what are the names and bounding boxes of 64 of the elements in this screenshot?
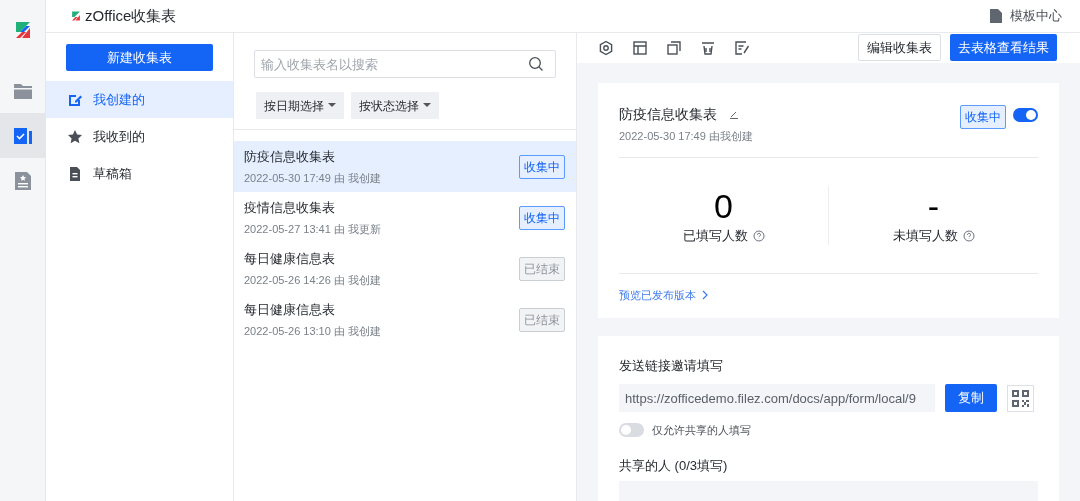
app-logo [71,10,81,22]
form-list-item[interactable]: 每日健康信息表 2022-05-26 13:10 由 我创建 已结束 [234,294,576,345]
checklist-icon [12,126,33,145]
sidebar-item[interactable]: 我收到的 [46,118,233,155]
status-badge: 已结束 [519,307,565,332]
form-title: 每日健康信息表 [244,301,336,319]
form-meta: 2022-05-26 13:10 由 我创建 [244,323,381,339]
form-list-item[interactable]: 每日健康信息表 2022-05-26 14:26 由 我创建 已结束 [234,243,576,294]
form-meta: 2022-05-27 13:41 由 我更新 [244,221,381,237]
form-title: 每日健康信息表 [244,250,336,268]
stat-value: - [927,185,940,226]
filter-dropdown[interactable]: 按日期选择 [256,92,344,119]
toggle-label: 仅允许共享的人填写 [652,423,751,438]
help-icon [752,229,765,242]
document-icon [67,165,83,182]
form-title: 防疫信息收集表 [619,104,717,124]
form-meta: 2022-05-30 17:49 由 我创建 [244,170,381,186]
form-meta: 2022-05-26 14:26 由 我创建 [244,272,381,288]
section-heading: 共享的人 (0/3填写) [619,456,729,475]
status-badge: 收集中 [960,104,1006,129]
template-center-link[interactable]: 模板中心 [990,6,1062,26]
status-badge: 收集中 [519,205,565,230]
stat-label: 已填写人数 [682,226,748,245]
star-icon [67,128,83,145]
help-icon [962,229,975,242]
search-icon [528,56,544,72]
copy-button[interactable]: 复制 [945,384,997,412]
trash-icon[interactable] [700,39,716,56]
share-url-field[interactable]: https://zofficedemo.filez.com/docs/app/form/local/9 [619,384,935,412]
caret-icon [328,103,336,108]
caret-icon [423,103,431,108]
app-logo [13,20,32,40]
filter-dropdown[interactable]: 按状态选择 [351,92,439,119]
stat-label: 未填写人数 [892,226,958,245]
copy-icon[interactable] [666,39,682,56]
sidebar-item[interactable]: 我创建的 [46,81,233,118]
chevron-right-icon [702,290,708,301]
stat-value: 0 [714,185,733,226]
layout-icon[interactable] [632,39,648,56]
edit-list-icon[interactable] [734,39,750,56]
collecting-toggle[interactable] [1013,107,1038,122]
search-field[interactable]: 输入收集表名以搜索 [254,50,556,78]
form-title: 防疫信息收集表 [244,148,336,166]
status-badge: 收集中 [519,154,565,179]
form-list-item[interactable]: 防疫信息收集表 2022-05-30 17:49 由 我创建 收集中 [234,141,576,192]
folder-icon [12,81,33,100]
form-meta: 2022-05-30 17:49 由我创建 [619,128,753,144]
form-list-item[interactable]: 疫情信息收集表 2022-05-27 13:41 由 我更新 收集中 [234,192,576,243]
pencil-icon [729,109,739,119]
app-title: zOffice收集表 [85,5,177,26]
status-badge: 已结束 [519,256,565,281]
edit-form-button[interactable]: 编辑收集表 [858,34,941,62]
only-shared-toggle[interactable] [619,423,644,438]
sidebar-item[interactable]: 草稿箱 [46,155,233,192]
qr-code-button[interactable] [1007,384,1034,412]
rail-button[interactable] [0,113,46,158]
form-title: 疫情信息收集表 [244,199,336,217]
preview-link[interactable]: 预览已发布版本 [619,287,708,304]
view-results-button[interactable]: 去表格查看结果 [950,34,1057,62]
new-form-button[interactable]: 新建收集表 [66,44,213,71]
settings-icon[interactable] [598,39,614,56]
document-icon [990,9,1002,23]
document-star-icon [13,170,32,191]
section-heading: 发送链接邀请填写 [619,356,724,375]
